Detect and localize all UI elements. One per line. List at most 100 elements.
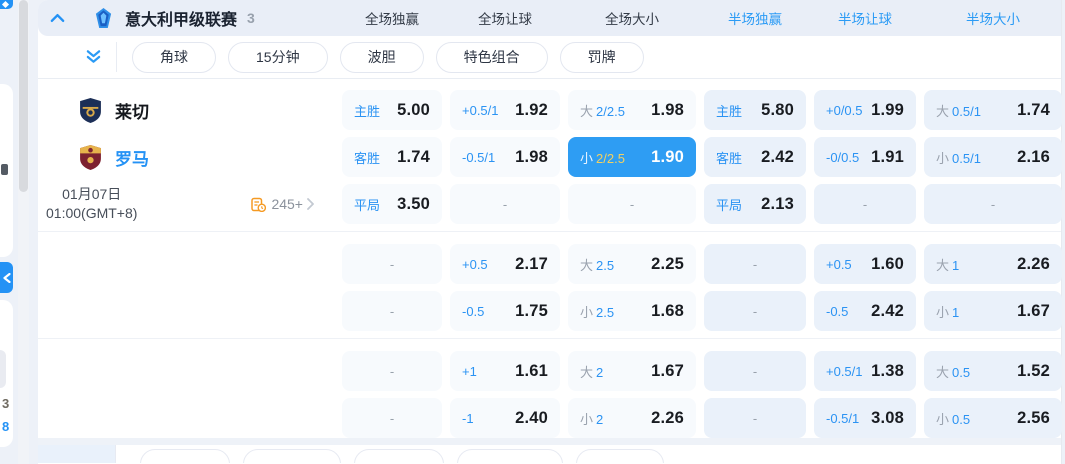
- odds-cell-selected[interactable]: 小 2/2.5 1.90: [568, 137, 696, 177]
- next-match-tab-fragment[interactable]: [243, 449, 341, 463]
- odds-label-line: 客胜: [354, 150, 381, 166]
- odds-value: 2.17: [515, 254, 548, 273]
- odds-cell[interactable]: 小 2.5 1.68: [568, 291, 696, 331]
- odds-label-prefix: 小: [580, 150, 594, 166]
- odds-label-line: 平局: [354, 197, 381, 213]
- league-title: 意大利甲级联赛: [125, 12, 238, 29]
- odds-label-line: 2/2.5: [596, 103, 625, 119]
- odds-cell-empty: -: [342, 351, 442, 391]
- odds-cell[interactable]: 小 1 1.67: [924, 291, 1062, 331]
- odds-cell[interactable]: -0.5 1.75: [450, 291, 560, 331]
- away-team-badge: [80, 144, 101, 170]
- odds-cell[interactable]: -0.5/1 3.08: [814, 398, 916, 438]
- odds-cell[interactable]: 平局 3.50: [342, 184, 442, 224]
- next-match-tab-fragment[interactable]: [457, 449, 563, 463]
- odds-label: +0.5: [462, 257, 488, 272]
- odds-label-line: 2: [596, 364, 604, 380]
- odds-cell[interactable]: 大 0.5/1 1.74: [924, 90, 1062, 130]
- odds-label-prefix: 小: [936, 150, 950, 166]
- odds-cell[interactable]: 主胜 5.80: [704, 90, 806, 130]
- collapse-left-panel-button[interactable]: [0, 262, 13, 293]
- market-tab[interactable]: 波胆: [339, 41, 424, 73]
- odds-label-line: -1: [462, 410, 474, 426]
- odds-label: 平局: [354, 195, 380, 214]
- odds-cell[interactable]: +1 1.61: [450, 351, 560, 391]
- odds-cell[interactable]: -0/0.5 1.91: [814, 137, 916, 177]
- next-match-tab-fragment[interactable]: [576, 449, 664, 463]
- odds-value: 1.75: [515, 301, 548, 320]
- market-tab[interactable]: 罚牌: [559, 41, 644, 73]
- odds-value: 1.52: [1017, 361, 1050, 380]
- odds-label-line: 客胜: [716, 150, 743, 166]
- odds-label: 大 0.5/1: [936, 101, 981, 120]
- odds-label: 平局: [716, 195, 742, 214]
- match-time: 01:00(GMT+8): [46, 205, 138, 221]
- odds-cell[interactable]: 客胜 2.42: [704, 137, 806, 177]
- odds-cell[interactable]: 平局 2.13: [704, 184, 806, 224]
- odds-value: 5.80: [761, 100, 794, 119]
- chevron-left-icon: [2, 272, 11, 283]
- market-tab[interactable]: 特色组合: [435, 41, 548, 73]
- double-chevron-down-icon: [86, 50, 100, 63]
- odds-value: 1.98: [515, 147, 548, 166]
- odds-cell[interactable]: -0.5/1 1.98: [450, 137, 560, 177]
- odds-cell[interactable]: 小 0.5 2.56: [924, 398, 1062, 438]
- odds-label: +0.5: [826, 257, 852, 272]
- odds-cell[interactable]: +0.5 1.60: [814, 244, 916, 284]
- odds-cell[interactable]: -1 2.40: [450, 398, 560, 438]
- odds-cell[interactable]: -0.5 2.42: [814, 291, 916, 331]
- match-info-column: 莱切 罗马 01月07日 01:00(GMT+8) 245+: [38, 79, 334, 438]
- odds-cell[interactable]: 大 2.5 2.25: [568, 244, 696, 284]
- cutoff-blue-button-fragment[interactable]: [0, 0, 13, 9]
- odds-cell[interactable]: +0.5/1 1.92: [450, 90, 560, 130]
- more-markets-link[interactable]: 245+: [251, 196, 314, 212]
- collapse-league-button[interactable]: [48, 9, 66, 27]
- odds-label-line: +1: [462, 363, 477, 379]
- cutoff-pill-fragment: [0, 350, 6, 388]
- odds-cell[interactable]: +0.5 2.17: [450, 244, 560, 284]
- league-match-count: 3: [247, 10, 255, 26]
- home-team-name: 莱切: [115, 102, 149, 122]
- odds-cell[interactable]: +0/0.5 1.99: [814, 90, 916, 130]
- match-time-row: 01月07日 01:00(GMT+8) 245+: [44, 184, 322, 224]
- odds-cell[interactable]: 小 2 2.26: [568, 398, 696, 438]
- odds-label-line: 1: [952, 257, 960, 273]
- odds-label: 大 2.5: [580, 255, 614, 274]
- odds-value: 2.40: [515, 408, 548, 427]
- odds-cell[interactable]: +0.5/1 1.38: [814, 351, 916, 391]
- odds-label: 大2: [580, 362, 603, 381]
- odds-label: +1: [462, 364, 477, 379]
- odds-label: 主胜: [354, 101, 380, 120]
- odds-value: 1.38: [871, 361, 904, 380]
- league-header: 全场独赢 全场让球 全场大小 半场独赢 半场让球 半场大小 意大利甲级联赛 3: [38, 0, 1061, 36]
- market-tab[interactable]: 15分钟: [228, 41, 328, 73]
- odds-cell[interactable]: 客胜 1.74: [342, 137, 442, 177]
- cutoff-card-fragment-bottom: 3 8: [0, 300, 13, 447]
- odds-value: 3.08: [871, 408, 904, 427]
- market-tab[interactable]: 角球: [132, 41, 216, 73]
- scrollbar-thumb[interactable]: [19, 0, 28, 192]
- odds-label-line: 主胜: [354, 103, 381, 119]
- odds-cell[interactable]: 大 2/2.5 1.98: [568, 90, 696, 130]
- odds-cell[interactable]: 小 0.5/1 2.16: [924, 137, 1062, 177]
- odds-cell[interactable]: 大 2 1.67: [568, 351, 696, 391]
- away-team-row[interactable]: 罗马: [80, 137, 149, 177]
- odds-cell[interactable]: 大 1 2.26: [924, 244, 1062, 284]
- next-match-tab-fragment[interactable]: [140, 449, 230, 463]
- expand-more-button[interactable]: [84, 48, 102, 66]
- next-match-tab-fragment[interactable]: [354, 449, 444, 463]
- odds-value: 3.50: [397, 194, 430, 213]
- market-tabs: 角球 15分钟 波胆 特色组合 罚牌: [132, 41, 656, 73]
- odds-label-line: 0.5/1: [952, 103, 981, 119]
- next-match-expand-cell[interactable]: [38, 445, 116, 463]
- odds-label-line: 2.5: [596, 257, 615, 273]
- odds-body: 莱切 罗马 01月07日 01:00(GMT+8) 245+ 主胜 5.00 +…: [38, 79, 1062, 438]
- odds-label-line: -0.5: [826, 303, 849, 319]
- chevron-up-icon: [50, 13, 64, 23]
- home-team-row[interactable]: 莱切: [80, 90, 149, 130]
- odds-cell[interactable]: 大 0.5 1.52: [924, 351, 1062, 391]
- match-datetime: 01月07日 01:00(GMT+8): [46, 185, 137, 223]
- odds-cell[interactable]: 主胜 5.00: [342, 90, 442, 130]
- odds-label-prefix: 大: [580, 257, 594, 273]
- odds-cell-empty: -: [568, 184, 696, 224]
